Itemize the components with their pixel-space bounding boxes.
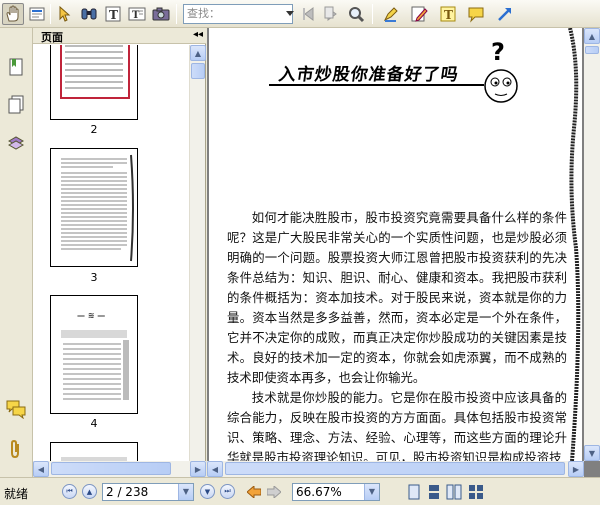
main-toolbar: T T 查找： T xyxy=(0,0,600,28)
page-body-text: 如何才能决胜股市，股市投资究竟需要具备什么样的条件呢？这是广大股民非常关心的一个… xyxy=(227,208,567,461)
last-page-icon[interactable]: ⏭ xyxy=(220,484,235,499)
status-bar: 就绪 ⏮ ▲ 2 / 238 ▼ ▼ ⏭ 66.67% ▼ xyxy=(0,477,600,505)
thumbnail-scrollbar[interactable]: ▲ ▼ xyxy=(189,45,206,477)
thumbnail-page-4[interactable]: — ≋ — xyxy=(50,295,138,414)
hand-tool-icon[interactable] xyxy=(2,3,24,25)
find-next-icon[interactable] xyxy=(321,3,343,25)
scrollbar-thumb[interactable] xyxy=(51,462,171,475)
scroll-up-icon[interactable]: ▲ xyxy=(584,28,600,44)
svg-text:T: T xyxy=(444,8,453,22)
pages-panel-title: 页面 xyxy=(41,31,63,44)
svg-text:T: T xyxy=(109,8,118,22)
scroll-up-icon[interactable]: ▲ xyxy=(190,45,206,61)
scroll-down-icon[interactable]: ▼ xyxy=(584,445,600,461)
thumbnail-label: 3 xyxy=(90,271,98,284)
select-icon[interactable] xyxy=(54,3,76,25)
document-horizontal-scrollbar[interactable]: ◀ ▶ xyxy=(207,461,584,477)
panel-horizontal-scrollbar[interactable]: ◀ ▶ xyxy=(33,461,206,477)
zoom-field[interactable]: 66.67% ▼ xyxy=(292,483,380,501)
thumbnail-label: 2 xyxy=(90,123,98,136)
text-tool-icon[interactable]: T xyxy=(102,3,124,25)
highlight-icon[interactable] xyxy=(380,3,402,25)
binoculars-icon[interactable] xyxy=(78,3,100,25)
go-back-icon[interactable] xyxy=(246,483,262,501)
typewriter-icon[interactable]: T xyxy=(437,3,459,25)
search-icon[interactable] xyxy=(345,3,367,25)
pages-icon[interactable] xyxy=(5,94,27,116)
select-text-icon[interactable] xyxy=(26,3,48,25)
status-text: 就绪 xyxy=(4,487,29,501)
continuous-view-icon[interactable] xyxy=(426,483,442,501)
layers-icon[interactable] xyxy=(5,132,27,154)
search-input[interactable]: 查找： xyxy=(183,4,293,24)
pages-panel: 页面 ◂◂ 2 3 — ≋ — 4 ▲ xyxy=(33,28,206,477)
page-number-value: 2 / 238 xyxy=(106,485,149,499)
title-underline xyxy=(269,84,484,86)
scrollbar-thumb[interactable] xyxy=(225,462,565,475)
paragraph: 技术就是你炒股的能力。它是你在股市投资中应该具备的综合能力，反映在股市投资的方方… xyxy=(227,390,567,461)
comments-panel-icon[interactable] xyxy=(5,398,27,420)
facing-view-icon[interactable] xyxy=(446,483,462,501)
document-page: 入市炒股你准备好了吗 ? 如何才能决胜股市，股市投资究竟需要具备什么样的条件呢？… xyxy=(209,28,582,461)
collapse-panel-icon[interactable]: ◂◂ xyxy=(193,29,203,40)
continuous-facing-view-icon[interactable] xyxy=(468,483,484,501)
go-forward-icon[interactable] xyxy=(266,483,282,501)
pages-panel-header: 页面 ◂◂ xyxy=(33,28,206,44)
thumbnail-list: 2 3 — ≋ — 4 xyxy=(33,45,189,477)
scroll-left-icon[interactable]: ◀ xyxy=(33,461,49,477)
bookmarks-icon[interactable] xyxy=(5,56,27,78)
zoom-value: 66.67% xyxy=(296,485,342,499)
svg-text:— ≋ —: — ≋ — xyxy=(77,311,105,320)
thinking-face-icon: ? xyxy=(484,38,518,103)
find-previous-icon[interactable] xyxy=(298,3,320,25)
page-title: 入市炒股你准备好了吗 xyxy=(277,65,461,85)
thumbnail-label: 4 xyxy=(90,417,98,430)
previous-page-icon[interactable]: ▲ xyxy=(82,484,97,499)
scrollbar-thumb[interactable] xyxy=(585,46,599,54)
thumbnail-page-2[interactable] xyxy=(50,45,138,120)
first-page-icon[interactable]: ⏮ xyxy=(62,484,77,499)
search-dropdown-icon[interactable] xyxy=(285,5,295,23)
next-page-icon[interactable]: ▼ xyxy=(200,484,215,499)
page-edge-decoration xyxy=(568,28,581,461)
zoom-dropdown-icon[interactable]: ▼ xyxy=(364,484,379,500)
scroll-right-icon[interactable]: ▶ xyxy=(568,461,584,477)
navigation-rail xyxy=(0,28,33,477)
document-scrollbar[interactable]: ▲ ▼ xyxy=(584,28,600,461)
note-edit-icon[interactable] xyxy=(408,3,430,25)
arrow-tool-icon[interactable] xyxy=(494,3,516,25)
document-view: 入市炒股你准备好了吗 ? 如何才能决胜股市，股市投资究竟需要具备什么样的条件呢？… xyxy=(207,28,600,477)
thumbnail-page-3[interactable] xyxy=(50,148,138,267)
scrollbar-thumb[interactable] xyxy=(191,63,205,79)
page-number-field[interactable]: 2 / 238 ▼ xyxy=(102,483,194,501)
scroll-left-icon[interactable]: ◀ xyxy=(207,461,223,477)
svg-text:T: T xyxy=(132,10,140,21)
comment-icon[interactable] xyxy=(465,3,487,25)
paragraph: 如何才能决胜股市，股市投资究竟需要具备什么样的条件呢？这是广大股民非常关心的一个… xyxy=(227,210,567,385)
single-page-view-icon[interactable] xyxy=(406,483,422,501)
svg-text:?: ? xyxy=(491,38,505,66)
attachments-icon[interactable] xyxy=(5,438,27,460)
text-box-icon[interactable]: T xyxy=(126,3,148,25)
snapshot-icon[interactable] xyxy=(150,3,172,25)
scroll-right-icon[interactable]: ▶ xyxy=(190,461,206,477)
page-dropdown-icon[interactable]: ▼ xyxy=(178,484,193,500)
